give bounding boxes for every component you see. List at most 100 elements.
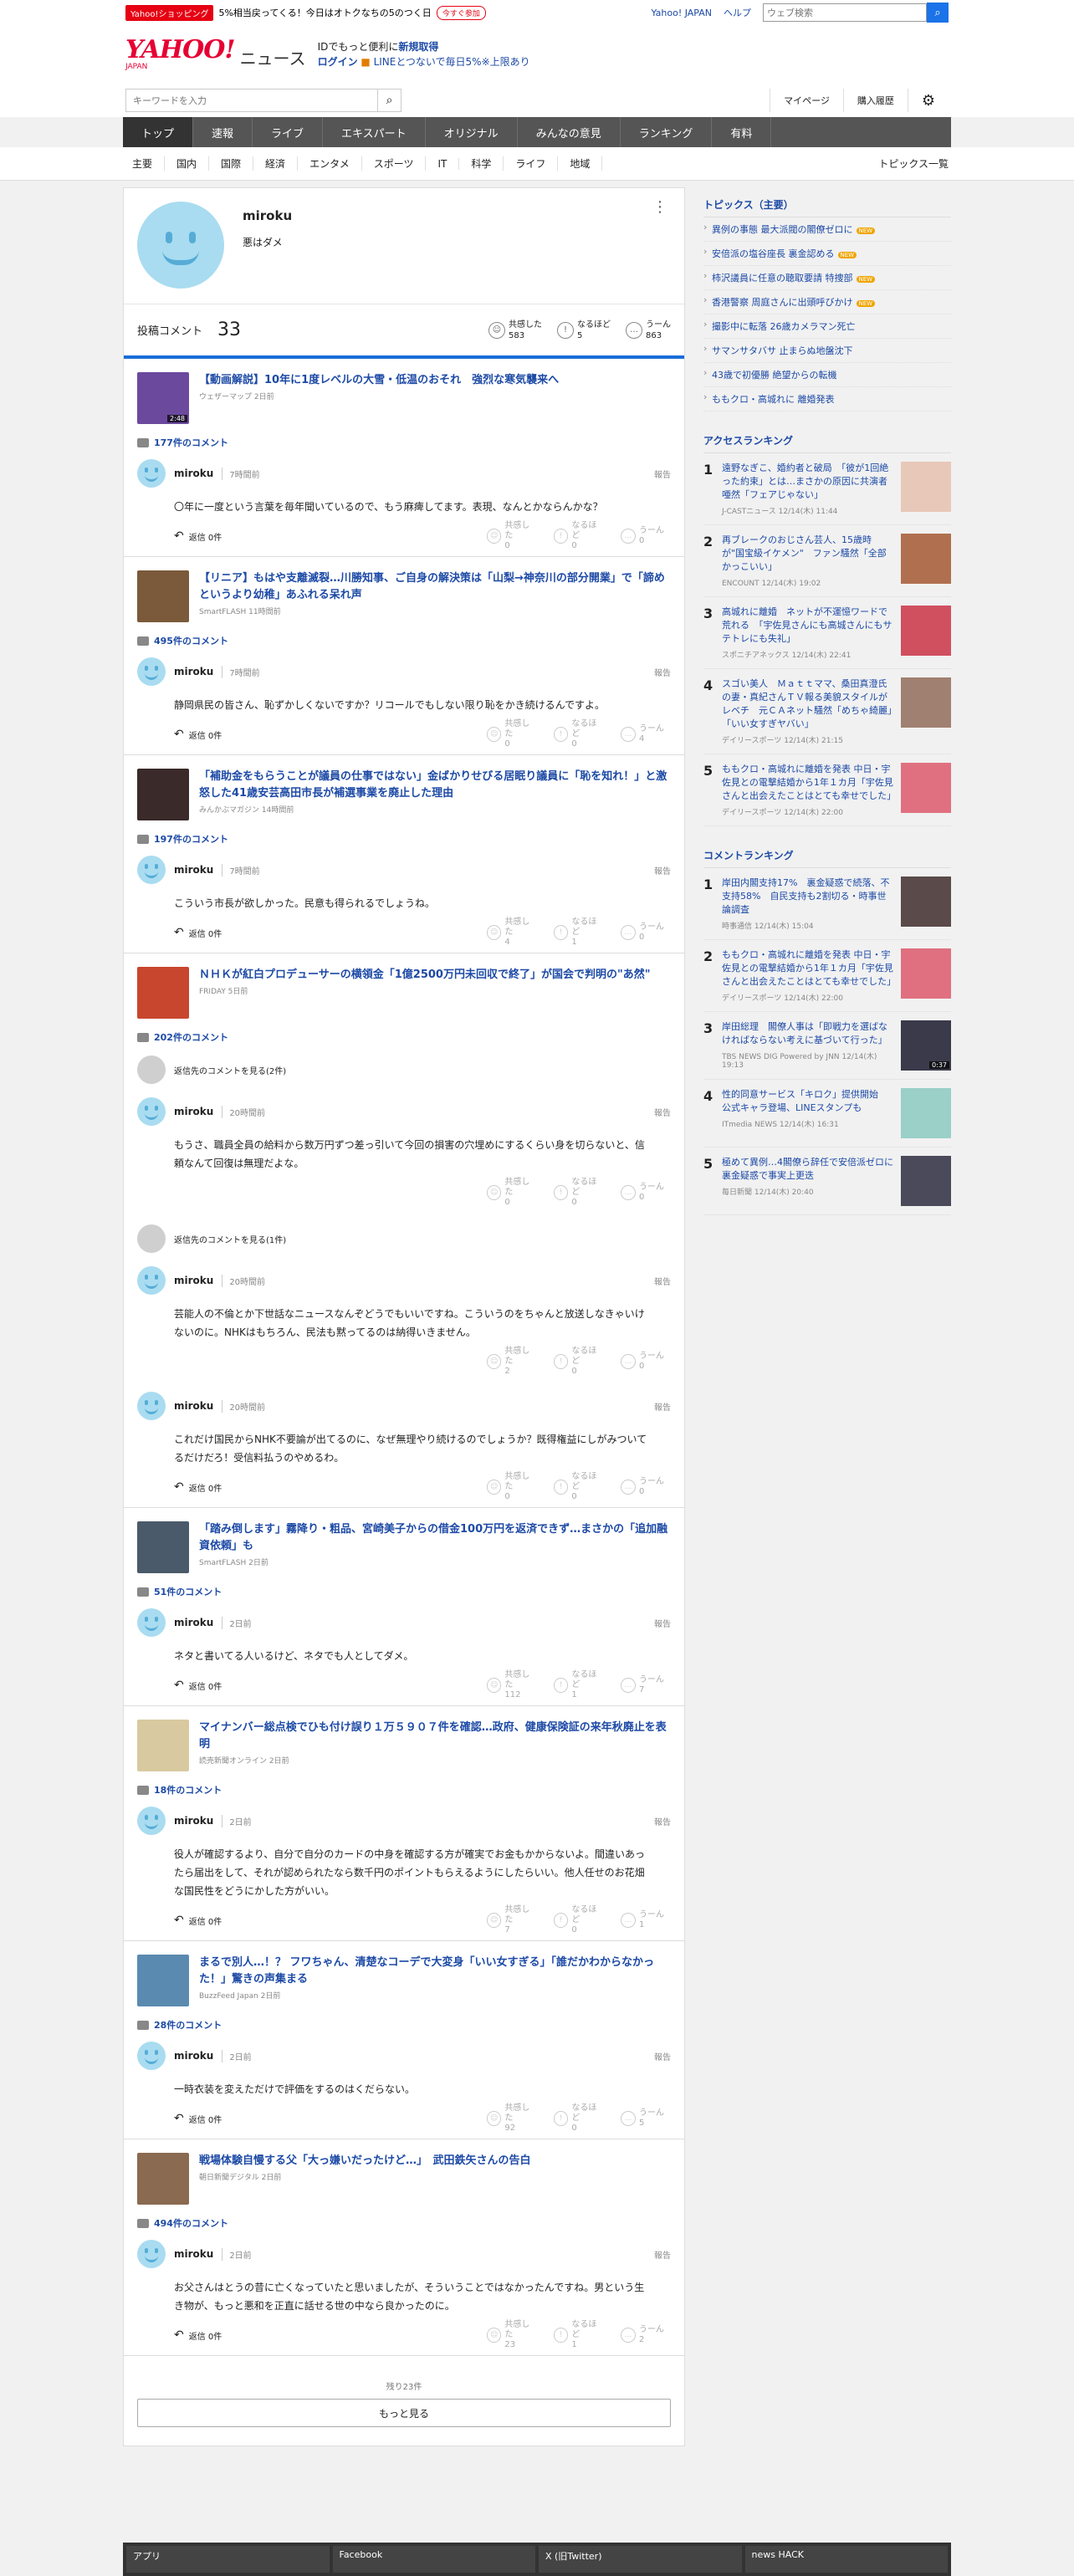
comment-ranking-title[interactable]: コメントランキング — [703, 838, 951, 868]
topic-item[interactable]: 香港警察 周庭さんに出頭呼びかけNEW — [703, 290, 951, 314]
reaction-naruhodo-button[interactable]: ! なるほど 0 — [554, 719, 604, 749]
comment-author[interactable]: miroku — [174, 1400, 213, 1412]
ranking-title[interactable]: 高城れに離婚 ネットが不運憶ワードで荒れる 「宇佐見さんにも高城さんにもサテトレ… — [722, 606, 894, 646]
promo-text[interactable]: 5%相当戻ってくる！今日はオトクなちの5のつく日 — [218, 6, 431, 19]
reaction-naruhodo-button[interactable]: ! なるほど 1 — [554, 917, 604, 948]
comment-count-link[interactable]: 202件のコメント — [137, 1030, 671, 1044]
report-link[interactable]: 報告 — [654, 1617, 671, 1629]
article-title[interactable]: マイナンバー総点検でひも付け誤り１万５９０７件を確認…政府、健康保険証の来年秋廃… — [199, 1721, 667, 1751]
reaction-empathy-button[interactable]: ☺ 共感した 0 — [487, 521, 537, 551]
nav-item-1[interactable]: 速報 — [193, 117, 253, 147]
ranking-title[interactable]: 遠野なぎこ、婚約者と破局 「彼が1回絶った約束」とは…まさかの原因に共演者唖然「… — [722, 462, 894, 502]
promo-join-button[interactable]: 今すぐ参加 — [436, 5, 486, 20]
help-link[interactable]: ヘルプ — [724, 6, 751, 19]
reply-button[interactable]: ↶ 返信 0件 — [174, 529, 222, 543]
article-title[interactable]: まるで別人…！？ フワちゃん、清楚なコーデで大変身「いい女すぎる」「誰だかわから… — [199, 1956, 654, 1986]
category-1[interactable]: 国内 — [165, 156, 210, 171]
reaction-empathy-button[interactable]: ☺ 共感した 112 — [487, 1670, 537, 1700]
ranking-thumbnail[interactable] — [901, 877, 951, 927]
reaction-empathy-button[interactable]: ☺ 共感した 23 — [487, 2320, 537, 2350]
reaction-empathy-button[interactable]: ☺ 共感した 0 — [487, 1178, 537, 1208]
line-promo-link[interactable]: LINEとつないで毎日5% — [374, 56, 482, 68]
article-thumbnail[interactable] — [137, 2153, 189, 2205]
reaction-uun-button[interactable]: … うーん 7 — [621, 1670, 671, 1700]
parent-comment-link[interactable]: 返信先のコメントを見る(2件) — [137, 1044, 671, 1087]
comment-author[interactable]: miroku — [174, 1617, 213, 1628]
category-8[interactable]: ライフ — [504, 156, 559, 171]
reaction-naruhodo-button[interactable]: ! なるほど 0 — [554, 1472, 604, 1502]
article-title[interactable]: 【動画解説】10年に1度レベルの大雪・低温のおそれ 強烈な寒気襲来へ — [199, 374, 559, 386]
reaction-naruhodo-button[interactable]: ! なるほど 0 — [554, 2103, 604, 2134]
ranking-thumbnail[interactable] — [901, 606, 951, 656]
footer-link[interactable]: Facebook — [332, 2546, 535, 2573]
footer-link[interactable]: news HACK — [744, 2546, 948, 2573]
article-title[interactable]: 「踏み倒します」霧降り・粗品、宮崎美子からの借金100万円を返済できず…まさかの… — [199, 1523, 667, 1552]
ranking-title[interactable]: ももクロ・高城れに離婚を発表 中日・宇佐見との電撃結婚から1年１カ月「宇佐見さん… — [722, 948, 896, 989]
ranking-title[interactable]: ももクロ・高城れに離婚を発表 中日・宇佐見との電撃結婚から1年１カ月「宇佐見さん… — [722, 763, 896, 803]
ranking-item[interactable]: 5 極めて異例…4閣僚ら辞任で安倍派ゼロに 裏金疑惑で事実上更迭 毎日新聞 12/1… — [703, 1147, 951, 1215]
reaction-uun-button[interactable]: … うーん 4 — [621, 719, 671, 749]
category-0[interactable]: 主要 — [125, 156, 166, 171]
gear-icon[interactable]: ⚙ — [907, 89, 949, 112]
comment-author[interactable]: miroku — [174, 864, 213, 876]
reaction-naruhodo-button[interactable]: ! なるほど 0 — [554, 1178, 604, 1208]
reply-button[interactable]: ↶ 返信 0件 — [174, 728, 222, 741]
reaction-uun-button[interactable]: … うーん 0 — [621, 1472, 671, 1502]
article-title[interactable]: ＮＨＫが紅白プロデューサーの横領金「1億2500万円未回収で終了」が国会で判明の… — [199, 969, 651, 981]
article-thumbnail[interactable] — [137, 570, 189, 622]
report-link[interactable]: 報告 — [654, 1275, 671, 1287]
ranking-thumbnail[interactable] — [901, 948, 951, 999]
reaction-uun-button[interactable]: … うーん 0 — [621, 1347, 671, 1377]
comment-count-link[interactable]: 495件のコメント — [137, 634, 671, 647]
comment-count-link[interactable]: 494件のコメント — [137, 2216, 671, 2230]
ranking-thumbnail[interactable] — [901, 677, 951, 728]
reaction-naruhodo-button[interactable]: ! なるほど 0 — [554, 1347, 604, 1377]
reaction-empathy-button[interactable]: ☺ 共感した 2 — [487, 1347, 537, 1377]
ranking-item[interactable]: 2 再ブレークのおじさん芸人、15歳時が"国宝級イケメン" ファン騒然「全部かっこ… — [703, 525, 951, 597]
ranking-item[interactable]: 3 高城れに離婚 ネットが不運憶ワードで荒れる 「宇佐見さんにも高城さんにもサテト… — [703, 597, 951, 669]
comment-count-link[interactable]: 18件のコメント — [137, 1783, 671, 1797]
reply-button[interactable]: ↶ 返信 0件 — [174, 1679, 222, 1692]
report-link[interactable]: 報告 — [654, 1815, 671, 1827]
topics-all-link[interactable]: トピックス一覧 — [878, 156, 949, 171]
reaction-empathy-button[interactable]: ☺ 共感した 4 — [487, 917, 537, 948]
topic-item[interactable]: 異例の事態 最大派閥の閣僚ゼロにNEW — [703, 217, 951, 242]
report-link[interactable]: 報告 — [654, 864, 671, 877]
nav-item-5[interactable]: みんなの意見 — [518, 117, 621, 147]
ranking-thumbnail[interactable] — [901, 1088, 951, 1138]
reaction-naruhodo-button[interactable]: ! なるほど 0 — [554, 1905, 604, 1935]
ranking-title[interactable]: 再ブレークのおじさん芸人、15歳時が"国宝級イケメン" ファン騒然「全部かっこい… — [722, 534, 894, 574]
signup-link[interactable]: 新規取得 — [398, 41, 438, 53]
reaction-uun-button[interactable]: … うーん 5 — [621, 2103, 671, 2134]
comment-author[interactable]: miroku — [174, 2050, 213, 2062]
article-thumbnail[interactable] — [137, 967, 189, 1019]
ranking-item[interactable]: 4 スゴい美人 Ｍａｔｔママ、桑田真澄氏の妻・真紀さんＴＶ報る美貌スタイルがレベチ… — [703, 669, 951, 754]
reaction-empathy-button[interactable]: ☺ 共感した 92 — [487, 2103, 537, 2134]
comment-author[interactable]: miroku — [174, 468, 213, 479]
more-menu-icon[interactable]: ⋮ — [652, 198, 667, 216]
reaction-uun-button[interactable]: … うーん 0 — [621, 521, 671, 551]
comment-count-link[interactable]: 197件のコメント — [137, 832, 671, 846]
ranking-title[interactable]: 岸田総理 閣僚人事は「即戦力を選ばなければならない考えに基づいて行った」 — [722, 1020, 894, 1047]
ranking-thumbnail[interactable] — [901, 534, 951, 584]
report-link[interactable]: 報告 — [654, 1400, 671, 1413]
ranking-title[interactable]: 極めて異例…4閣僚ら辞任で安倍派ゼロに 裏金疑惑で事実上更迭 — [722, 1156, 903, 1183]
article-title[interactable]: 「補助金をもらうことが議員の仕事ではない」金ばかりせびる居眠り議員に「恥を知れ！… — [199, 770, 667, 800]
topic-item[interactable]: 柿沢議員に任意の聴取要請 特捜部NEW — [703, 266, 951, 290]
comment-count-link[interactable]: 51件のコメント — [137, 1585, 671, 1598]
article-title[interactable]: 戦場体験自慢する父「大っ嫌いだったけど…」 武田鉄矢さんの告白 — [199, 2154, 531, 2167]
article-title[interactable]: 【リニア】もはや支離滅裂…川勝知事、ご自身の解決策は「山梨→神奈川の部分開業」で… — [199, 572, 665, 601]
reaction-naruhodo-button[interactable]: ! なるほど 1 — [554, 1670, 604, 1700]
reaction-uun-button[interactable]: … うーん 1 — [621, 1905, 671, 1935]
comment-author[interactable]: miroku — [174, 2248, 213, 2260]
comment-count-link[interactable]: 28件のコメント — [137, 2018, 671, 2032]
yahoo-logo[interactable]: YAHOO! JAPAN ニュース — [125, 38, 306, 72]
ranking-item[interactable]: 4 性的同意サービス「キロク」提供開始 公式キャラ登場、LINEスタンプも ITme… — [703, 1080, 951, 1147]
nav-item-0[interactable]: トップ — [123, 117, 194, 147]
report-link[interactable]: 報告 — [654, 666, 671, 678]
article-thumbnail[interactable]: 2:48 — [137, 372, 189, 424]
comment-author[interactable]: miroku — [174, 1815, 213, 1827]
reply-button[interactable]: ↶ 返信 0件 — [174, 1914, 222, 1927]
reply-button[interactable]: ↶ 返信 0件 — [174, 926, 222, 939]
ranking-item[interactable]: 2 ももクロ・高城れに離婚を発表 中日・宇佐見との電撃結婚から1年１カ月「宇佐見さ… — [703, 940, 951, 1012]
